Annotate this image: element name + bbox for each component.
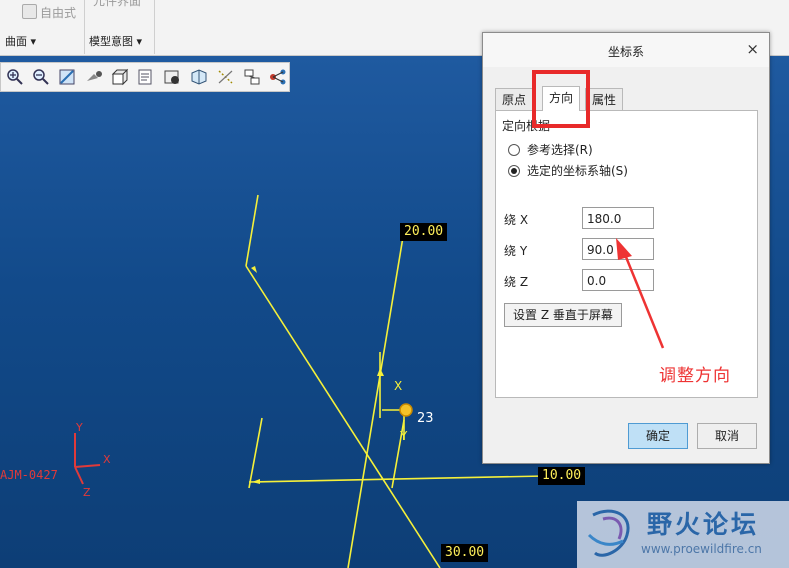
about-z-label: 绕 Z bbox=[504, 275, 529, 289]
sketch-line bbox=[248, 417, 263, 489]
csys-name-label: AJM-0427 bbox=[0, 468, 58, 482]
coordinate-system-dialog: 坐标系 × 原点 方向 属性 定向根据 参考选择(R) 选定的坐标系轴(S) 绕… bbox=[482, 32, 770, 464]
ok-button[interactable]: 确定 bbox=[628, 423, 688, 449]
dimension-10[interactable]: 10.00 bbox=[538, 467, 586, 485]
refit-icon[interactable] bbox=[57, 66, 78, 88]
tab-orientation[interactable]: 方向 bbox=[542, 86, 581, 111]
csys-z-axis bbox=[74, 466, 84, 485]
sketch-line bbox=[248, 475, 546, 483]
about-x-input[interactable]: 180.0 bbox=[582, 207, 654, 229]
view-manager-icon[interactable] bbox=[162, 66, 183, 88]
graphics-toolbar bbox=[0, 62, 290, 92]
about-y-label: 绕 Y bbox=[504, 244, 528, 258]
spin-center-icon[interactable] bbox=[268, 66, 289, 88]
tab-origin[interactable]: 原点 bbox=[495, 88, 534, 111]
dialog-titlebar[interactable]: 坐标系 × bbox=[483, 33, 769, 67]
radio-button[interactable] bbox=[508, 143, 520, 156]
close-icon[interactable]: × bbox=[746, 40, 759, 58]
saved-views-icon[interactable] bbox=[136, 66, 157, 88]
radio-reference-selection[interactable]: 参考选择(R) bbox=[508, 141, 593, 158]
dimension-20[interactable]: 20.00 bbox=[400, 223, 448, 241]
csys-origin-point bbox=[399, 403, 413, 417]
arrow-head bbox=[377, 368, 384, 376]
dimension-30[interactable]: 30.00 bbox=[441, 544, 489, 562]
new-csys-x-label: X bbox=[394, 379, 402, 393]
csys-z-label: Z bbox=[83, 486, 91, 499]
sketch-line bbox=[245, 194, 259, 267]
datum-display-icon[interactable] bbox=[215, 66, 236, 88]
sketch-line bbox=[245, 265, 441, 568]
watermark-url: www.proewildfire.cn bbox=[641, 542, 762, 556]
forum-watermark: 野火论坛 www.proewildfire.cn bbox=[577, 501, 789, 568]
new-csys-y-label: Y bbox=[399, 429, 408, 443]
zoom-in-icon[interactable] bbox=[4, 66, 25, 88]
repaint-icon[interactable] bbox=[83, 66, 104, 88]
display-style-icon[interactable] bbox=[109, 66, 130, 88]
radio-selected-csys-axes[interactable]: 选定的坐标系轴(S) bbox=[508, 162, 628, 179]
arrow-head bbox=[251, 266, 257, 273]
set-z-normal-to-screen-button[interactable]: 设置 Z 垂直于屏幕 bbox=[504, 303, 622, 327]
csys-x-axis bbox=[74, 464, 101, 468]
radio-selected-axes-label: 选定的坐标系轴(S) bbox=[527, 164, 628, 178]
zoom-out-icon[interactable] bbox=[30, 66, 51, 88]
annotation-display-icon[interactable] bbox=[241, 66, 262, 88]
radio-button-selected[interactable] bbox=[508, 164, 520, 177]
annotation-text: 调整方向 bbox=[659, 366, 731, 386]
about-x-label: 绕 X bbox=[504, 213, 529, 227]
perspective-icon[interactable] bbox=[189, 66, 210, 88]
about-z-input[interactable]: 0.0 bbox=[582, 269, 654, 291]
csys-x-label: X bbox=[103, 453, 111, 466]
orient-by-label: 定向根据 bbox=[502, 119, 551, 133]
new-csys-tag: 23 bbox=[417, 411, 434, 426]
dialog-title: 坐标系 bbox=[607, 45, 644, 59]
sketch-line bbox=[347, 236, 404, 568]
tab-properties[interactable]: 属性 bbox=[585, 88, 624, 111]
watermark-title: 野火论坛 bbox=[647, 510, 760, 539]
csys-y-label: Y bbox=[75, 421, 83, 434]
orientation-panel: 定向根据 参考选择(R) 选定的坐标系轴(S) 绕 X 180.0 绕 Y 90… bbox=[495, 110, 758, 398]
watermark-logo-icon bbox=[587, 509, 630, 557]
about-y-input[interactable]: 90.0 bbox=[582, 238, 654, 260]
cancel-button[interactable]: 取消 bbox=[697, 423, 757, 449]
radio-reference-label: 参考选择(R) bbox=[527, 143, 593, 157]
